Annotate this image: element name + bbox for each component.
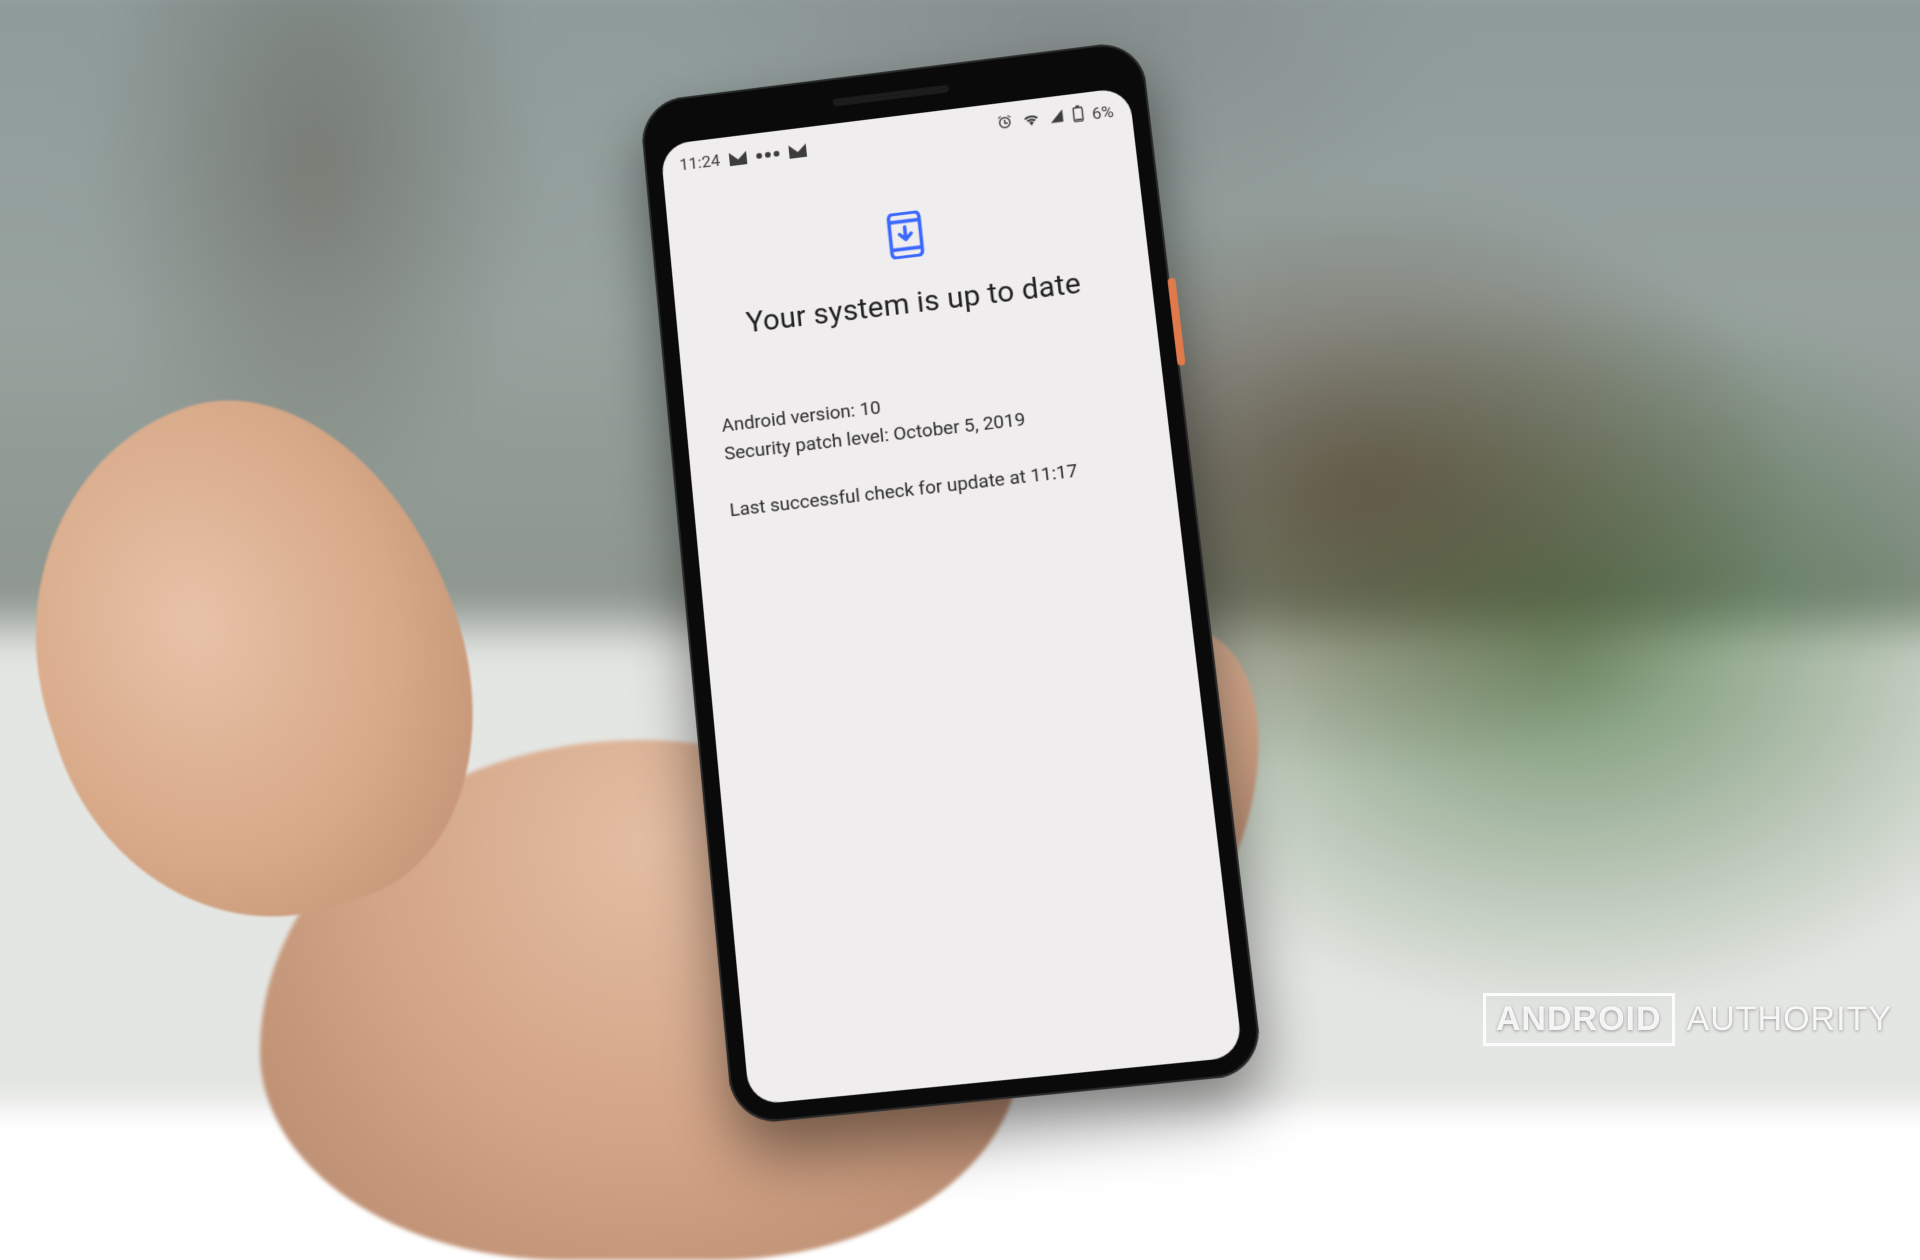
mail-icon	[729, 151, 748, 166]
system-update-screen: Your system is up to date Android versio…	[664, 126, 1174, 529]
alarm-icon	[995, 113, 1015, 137]
wifi-icon	[1020, 111, 1042, 133]
battery-percent: 6%	[1091, 102, 1115, 124]
watermark-brand-rest: AUTHORITY	[1687, 1000, 1892, 1039]
battery-icon	[1071, 105, 1085, 128]
mail-icon	[788, 143, 807, 158]
system-update-icon	[887, 242, 928, 265]
watermark: ANDROID AUTHORITY	[1483, 993, 1892, 1046]
watermark-brand-boxed: ANDROID	[1483, 993, 1675, 1046]
clock: 11:24	[678, 151, 720, 175]
app-dots-icon	[756, 150, 780, 159]
cell-signal-icon	[1048, 108, 1066, 130]
